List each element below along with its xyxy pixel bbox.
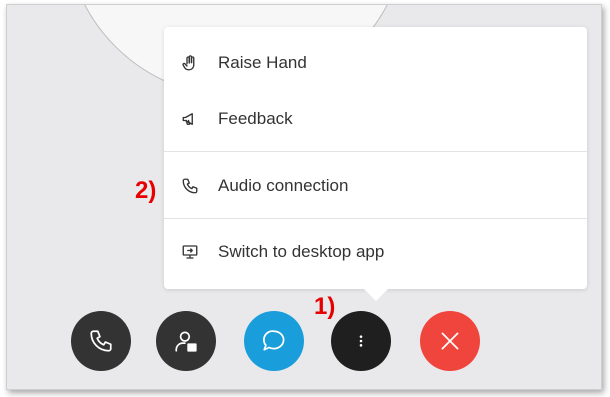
- menu-item-label: Raise Hand: [218, 53, 307, 72]
- megaphone-icon: [180, 109, 200, 129]
- meeting-window: Raise Hand Feedback Audio connection Swi…: [6, 4, 602, 390]
- audio-button[interactable]: [71, 311, 131, 371]
- leave-meeting-button[interactable]: [420, 311, 480, 371]
- menu-item-switch-desktop-app[interactable]: Switch to desktop app: [164, 223, 587, 281]
- more-vertical-icon: [359, 335, 363, 347]
- chat-icon: [263, 330, 285, 351]
- hand-icon: [180, 53, 200, 73]
- menu-pointer-arrow: [363, 288, 389, 301]
- menu-item-raise-hand[interactable]: Raise Hand: [164, 34, 587, 92]
- menu-item-label: Feedback: [218, 109, 293, 128]
- menu-item-label: Audio connection: [218, 176, 349, 195]
- menu-divider: [164, 218, 587, 219]
- chat-button[interactable]: [244, 311, 304, 371]
- more-options-button[interactable]: [331, 311, 391, 371]
- menu-item-audio-connection[interactable]: Audio connection: [164, 157, 587, 215]
- close-icon: [441, 332, 459, 350]
- annotation-menu-button: 1): [314, 293, 336, 320]
- menu-item-feedback[interactable]: Feedback: [164, 90, 587, 148]
- more-options-menu: Raise Hand Feedback Audio connection Swi…: [164, 27, 587, 289]
- phone-icon: [180, 176, 200, 196]
- desktop-app-icon: [180, 242, 200, 262]
- menu-divider: [164, 151, 587, 152]
- participants-button[interactable]: [156, 311, 216, 371]
- participants-icon: [175, 331, 197, 352]
- menu-item-label: Switch to desktop app: [218, 242, 385, 261]
- annotation-audio-item: 2): [135, 177, 157, 204]
- phone-icon: [90, 330, 112, 352]
